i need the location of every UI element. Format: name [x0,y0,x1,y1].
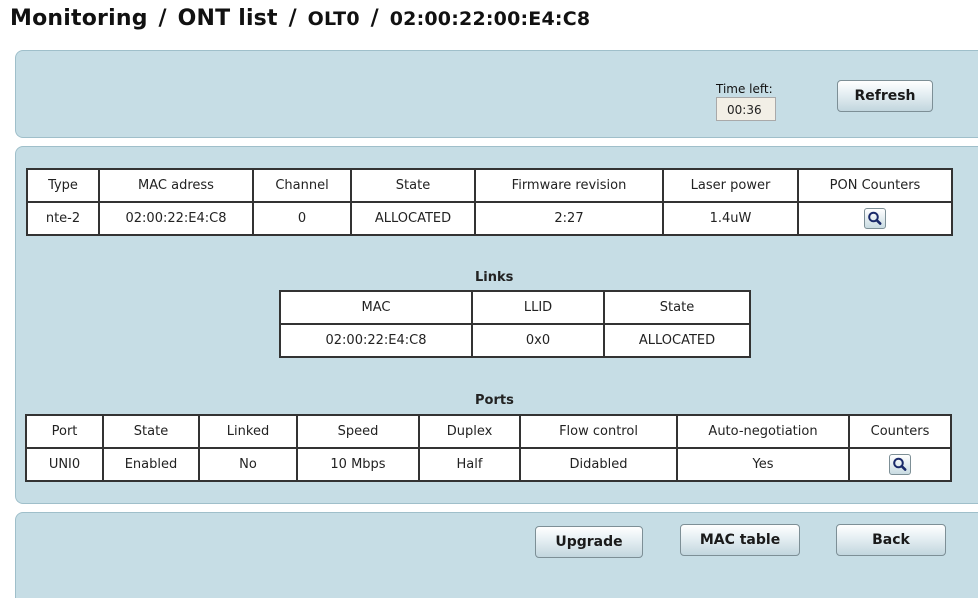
cell-type: nte-2 [26,201,100,236]
column-header-auto-negotiation: Auto-negotiation [676,414,850,449]
cell-linked: No [198,447,298,482]
column-header-firmware: Firmware revision [474,168,664,203]
table-row: nte-2 02:00:22:E4:C8 0 ALLOCATED 2:27 1.… [26,201,953,236]
cell-counters [848,447,952,482]
column-header-state: State [603,290,751,325]
column-header-llid: LLID [471,290,605,325]
table-row: UNI0 Enabled No 10 Mbps Half Didabled Ye… [25,447,952,482]
cell-mac: 02:00:22:E4:C8 [279,323,473,358]
column-header-flow-control: Flow control [519,414,678,449]
cell-state: ALLOCATED [603,323,751,358]
ports-heading: Ports [475,393,514,408]
table-row: 02:00:22:E4:C8 0x0 ALLOCATED [279,323,751,358]
column-header-linked: Linked [198,414,298,449]
page-title: Monitoring / ONT list / OLT0 / 02:00:22:… [10,6,590,31]
table-header-row: MAC LLID State [279,290,751,325]
back-button[interactable]: Back [836,524,946,556]
magnifier-icon[interactable] [889,454,911,475]
cell-firmware: 2:27 [474,201,664,236]
column-header-port: Port [25,414,104,449]
column-header-state: State [102,414,200,449]
cell-duplex: Half [418,447,521,482]
table-header-row: Port State Linked Speed Duplex Flow cont… [25,414,952,449]
time-left-field: 00:36 [716,97,776,121]
cell-llid: 0x0 [471,323,605,358]
column-header-mac: MAC [279,290,473,325]
breadcrumb-ont-list: ONT list [177,6,278,31]
links-heading: Links [475,270,514,285]
cell-laser-power: 1.4uW [662,201,799,236]
links-table: MAC LLID State 02:00:22:E4:C8 0x0 ALLOCA… [279,290,751,358]
breadcrumb-separator: / [158,6,167,31]
column-header-counters: Counters [848,414,952,449]
cell-auto-negotiation: Yes [676,447,850,482]
column-header-duplex: Duplex [418,414,521,449]
cell-state: ALLOCATED [350,201,476,236]
footer-panel [15,512,978,598]
breadcrumb-monitoring: Monitoring [10,6,148,31]
cell-state: Enabled [102,447,200,482]
column-header-state: State [350,168,476,203]
cell-port: UNI0 [25,447,104,482]
magnifier-icon[interactable] [864,208,886,229]
cell-speed: 10 Mbps [296,447,420,482]
column-header-type: Type [26,168,100,203]
ports-table: Port State Linked Speed Duplex Flow cont… [25,414,952,482]
cell-flow-control: Didabled [519,447,678,482]
cell-mac: 02:00:22:E4:C8 [98,201,254,236]
cell-pon-counters [797,201,953,236]
table-header-row: Type MAC adress Channel State Firmware r… [26,168,953,203]
ont-table: Type MAC adress Channel State Firmware r… [26,168,953,236]
toolbar-panel [15,50,978,138]
breadcrumb-olt: OLT0 [307,8,360,30]
column-header-channel: Channel [252,168,352,203]
column-header-laser-power: Laser power [662,168,799,203]
upgrade-button[interactable]: Upgrade [535,526,643,558]
column-header-pon-counters: PON Counters [797,168,953,203]
refresh-button[interactable]: Refresh [837,80,933,112]
cell-channel: 0 [252,201,352,236]
mac-table-button[interactable]: MAC table [680,524,800,556]
column-header-speed: Speed [296,414,420,449]
time-left-label: Time left: [716,82,773,96]
breadcrumb-mac: 02:00:22:00:E4:C8 [389,8,591,30]
breadcrumb-separator: / [370,6,379,31]
breadcrumb-separator: / [288,6,297,31]
column-header-mac: MAC adress [98,168,254,203]
